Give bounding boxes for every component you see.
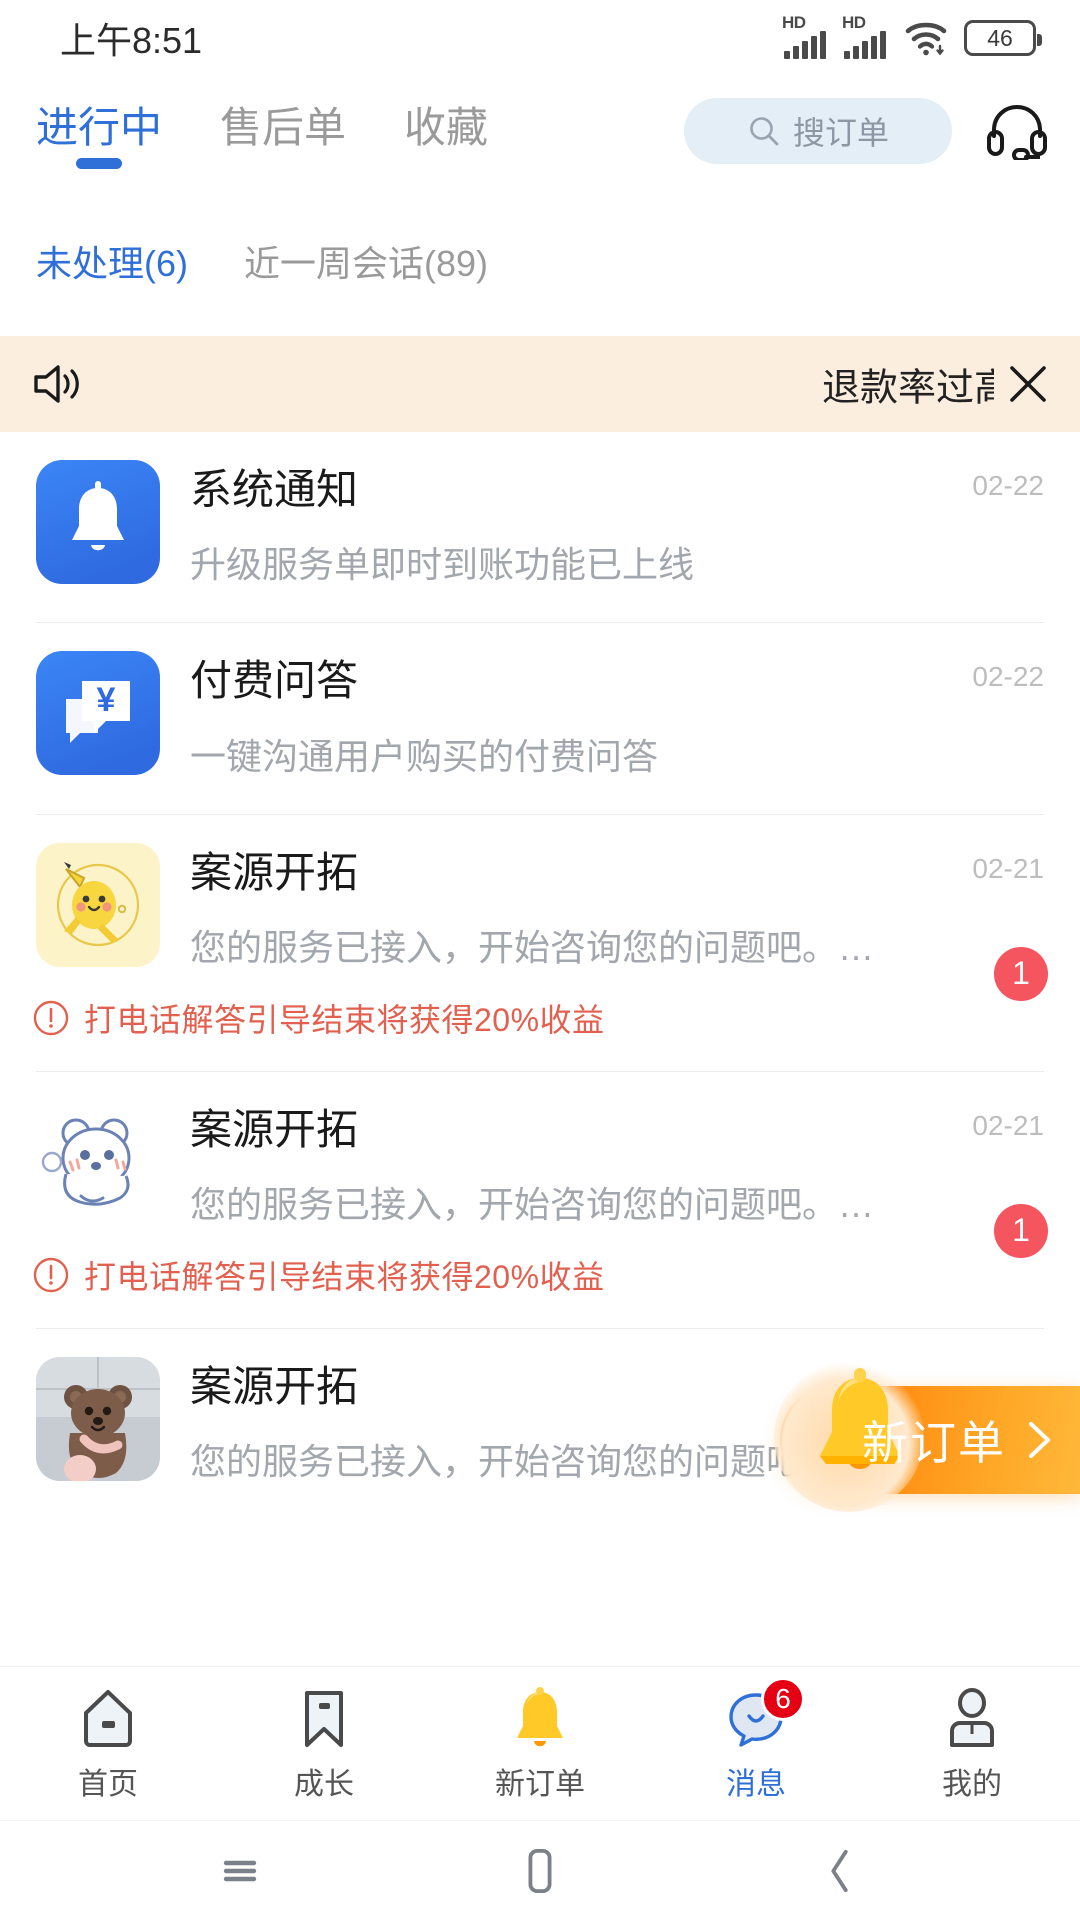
- status-bar: 上午8:51 HD HD 46: [0, 0, 1080, 76]
- list-item-title: 案源开拓: [190, 1105, 359, 1153]
- chevron-right-icon: [1029, 1422, 1050, 1458]
- warning-icon: [33, 1000, 69, 1036]
- paid-qa-avatar-icon: ¥: [36, 651, 160, 776]
- search-input[interactable]: 搜订单: [684, 98, 952, 164]
- nav-label-messages: 消息: [726, 1767, 786, 1801]
- signal-hd-1-icon: HD: [782, 13, 830, 59]
- hd-label-1: HD: [782, 13, 806, 32]
- system-nav-bar: [0, 1820, 1080, 1920]
- list-item[interactable]: 案源开拓 您的服务已接入，开始咨询您的问题吧。【注… 02-21 1: [0, 815, 1080, 1001]
- nav-label-growth: 成长: [294, 1767, 354, 1801]
- nav-item-new-order[interactable]: 新订单: [432, 1667, 648, 1821]
- battery-level: 46: [987, 24, 1013, 51]
- list-item-title: 案源开拓: [190, 848, 359, 896]
- chat-icon: 6: [723, 1676, 805, 1751]
- close-icon[interactable]: [998, 354, 1058, 414]
- list-item-warning: 打电话解答引导结束将获得20%收益: [0, 1228, 1080, 1328]
- bell-avatar-icon: [36, 460, 160, 584]
- list-item-body: 案源开拓 您的服务已接入，开始咨询您的问题吧。【注…: [160, 843, 1044, 971]
- signal-hd-2-icon: HD: [842, 13, 890, 59]
- list-item-title: 系统通知: [190, 466, 359, 513]
- list-item-date: 02-22: [972, 661, 1044, 693]
- speaker-icon: [34, 365, 79, 403]
- avatar: [36, 1357, 160, 1482]
- avatar: ¥: [36, 651, 160, 776]
- home-square-icon[interactable]: [505, 1836, 575, 1906]
- subtab-unhandled[interactable]: 未处理(6): [36, 235, 188, 287]
- nav-item-home[interactable]: 首页: [0, 1667, 216, 1821]
- tab-favorites[interactable]: 收藏: [404, 94, 488, 169]
- list-item-date: 02-21: [972, 852, 1044, 884]
- avatar: [36, 1099, 160, 1224]
- bookmark-icon: [291, 1685, 357, 1751]
- list-item-subtitle: 升级服务单即时到账功能已上线: [190, 544, 695, 586]
- subtab-recent-week[interactable]: 近一周会话(89): [244, 235, 488, 287]
- hd-label-2: HD: [842, 13, 866, 32]
- status-icons: HD HD 46: [782, 13, 1042, 59]
- headset-icon: [987, 104, 1047, 160]
- wifi-icon: [905, 22, 947, 56]
- nav-item-mine[interactable]: 我的: [864, 1667, 1080, 1821]
- menu-icon[interactable]: [205, 1836, 275, 1906]
- list-item-body: 系统通知 升级服务单即时到账功能已上线: [160, 460, 1044, 588]
- nav-label-home: 首页: [78, 1767, 138, 1801]
- top-tab-bar: 进行中 售后单 收藏 搜订单: [0, 76, 1080, 186]
- tab-in-progress[interactable]: 进行中: [36, 94, 162, 169]
- notice-banner: 退款率过高: [0, 336, 1080, 432]
- unread-badge: 1: [994, 1203, 1048, 1258]
- avatar: [36, 842, 160, 967]
- notice-banner-track: 退款率过高: [86, 336, 994, 432]
- nav-item-messages[interactable]: 6 消息: [648, 1667, 864, 1821]
- new-order-float-button[interactable]: 新订单: [774, 1362, 1080, 1512]
- search-icon: [750, 117, 779, 146]
- search-placeholder: 搜订单: [792, 115, 889, 151]
- list-item[interactable]: ¥ 付费问答 一键沟通用户购买的付费问答 02-22: [0, 623, 1080, 779]
- back-chevron-icon[interactable]: [805, 1836, 875, 1906]
- svg-text:¥: ¥: [97, 681, 116, 719]
- avatar: [36, 460, 160, 584]
- list-item-subtitle: 您的服务已接入，开始咨询您的问题吧。【注…: [190, 1184, 890, 1226]
- list-item-body: 付费问答 一键沟通用户购买的付费问答: [160, 651, 1044, 779]
- customer-service-button[interactable]: [982, 96, 1052, 166]
- messages-badge: 6: [761, 1676, 805, 1721]
- list-item-subtitle: 您的服务已接入，开始咨询您的问题吧。【注…: [190, 926, 890, 968]
- status-time: 上午8:51: [60, 20, 203, 61]
- nav-item-growth[interactable]: 成长: [216, 1667, 432, 1821]
- list-item[interactable]: 案源开拓 您的服务已接入，开始咨询您的问题吧。【注… 02-21 1: [0, 1072, 1080, 1258]
- bottom-nav-bar: 首页 成长 新订单 6 消息 我的: [0, 1666, 1080, 1820]
- app-root: 上午8:51 HD HD 46 进行中 售后单 收藏 搜订单 未处理(6) 近一…: [0, 0, 1080, 1920]
- bell-icon: [507, 1685, 573, 1751]
- battery-icon: 46: [964, 20, 1042, 56]
- white-bear-avatar-icon: [36, 1099, 160, 1224]
- new-order-label: 新订单: [862, 1417, 1006, 1469]
- tab-after-sales[interactable]: 售后单: [220, 94, 346, 169]
- person-icon: [939, 1685, 1005, 1751]
- list-item-date: 02-22: [972, 470, 1044, 501]
- warning-text: 打电话解答引导结束将获得20%收益: [84, 1259, 605, 1296]
- pikachu-avatar-icon: [36, 842, 160, 967]
- sub-tab-bar: 未处理(6) 近一周会话(89): [0, 186, 1080, 336]
- list-item[interactable]: 系统通知 升级服务单即时到账功能已上线 02-22: [0, 432, 1080, 588]
- nav-label-new-order: 新订单: [495, 1767, 585, 1801]
- list-item-title: 付费问答: [190, 657, 359, 705]
- close-x-icon: [1010, 366, 1046, 402]
- nav-label-mine: 我的: [942, 1767, 1002, 1801]
- warning-text: 打电话解答引导结束将获得20%收益: [84, 1001, 605, 1038]
- brown-bear-avatar-icon: [36, 1357, 160, 1482]
- list-item-body: 案源开拓 您的服务已接入，开始咨询您的问题吧。【注…: [160, 1100, 1044, 1228]
- list-item-warning: 打电话解答引导结束将获得20%收益: [0, 971, 1080, 1071]
- notice-banner-text: 退款率过高: [821, 367, 994, 410]
- warning-icon: [33, 1257, 69, 1293]
- list-item-date: 02-21: [972, 1109, 1044, 1141]
- list-item-subtitle: 一键沟通用户购买的付费问答: [190, 735, 659, 777]
- unread-badge: 1: [994, 946, 1048, 1001]
- home-icon: [75, 1685, 141, 1751]
